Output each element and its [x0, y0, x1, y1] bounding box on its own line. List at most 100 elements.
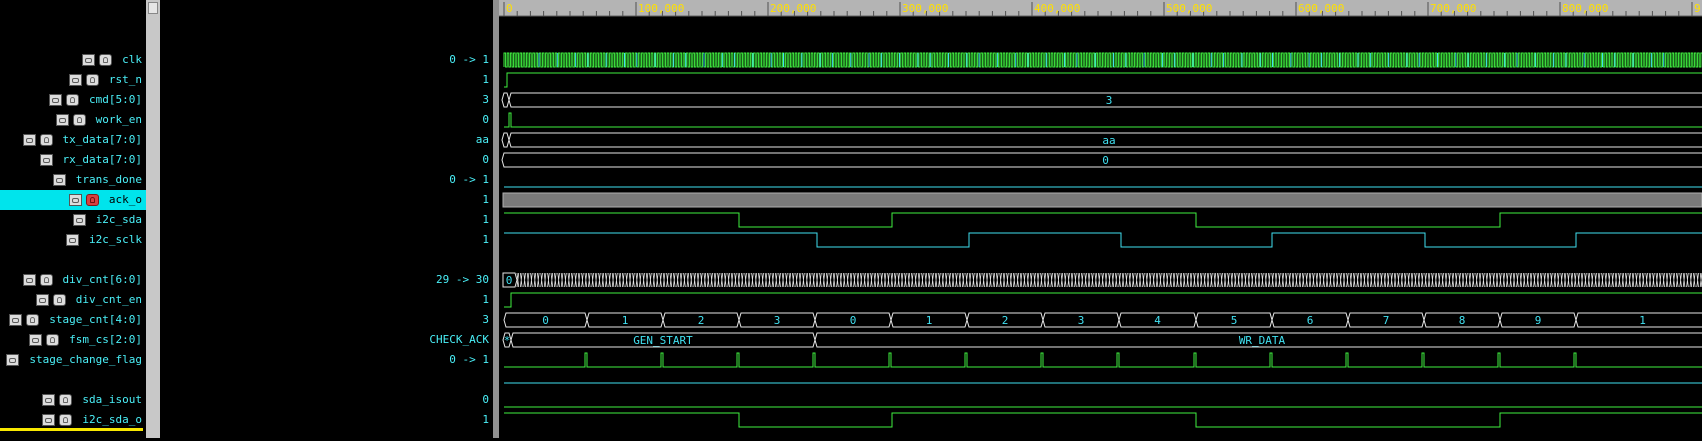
stage-cnt-bus-label: 2 [698, 314, 705, 327]
i2c-sclk-trace [504, 232, 1702, 248]
signal-icons [42, 394, 76, 407]
i2c-sda-o-trace [504, 412, 1702, 428]
signal-lock-icon [85, 194, 99, 206]
signal-row-rx-data-7-0[interactable]: rx_data[7:0] [0, 150, 146, 170]
stage-cnt-bus-label: 3 [774, 314, 781, 327]
signal-row-i2c-sclk[interactable]: i2c_sclk [0, 230, 146, 250]
rx-data-bus-label: 0 [1102, 154, 1109, 167]
signal-icons [68, 74, 103, 87]
signal-name: i2c_sda [95, 213, 142, 226]
ruler-tick-label: 700,000 [1430, 2, 1476, 15]
div-cnt-bus: 0 [502, 272, 1702, 288]
signal-value: 0 [482, 393, 489, 406]
signal-value: 1 [482, 73, 489, 86]
signal-value: 1 [482, 213, 489, 226]
variable-type-icon [55, 114, 69, 126]
waveform-canvas[interactable]: 0 100,000 200,000 300,000 400,000 500,000 600,… [499, 0, 1702, 438]
stage-cnt-bus-label: 5 [1231, 314, 1238, 327]
signal-icons [35, 294, 70, 307]
tx-data-bus-label: aa [1102, 134, 1115, 147]
signal-row-stage-cnt-4-0[interactable]: stage_cnt[4:0] [0, 310, 146, 330]
signal-row-sda-isout[interactable]: sda_isout [0, 390, 146, 410]
waveform-pane[interactable]: 0 100,000 200,000 300,000 400,000 500,000 600,… [499, 0, 1702, 438]
clk-trace [503, 52, 1702, 68]
signal-row-stage-change-flag[interactable]: stage_change_flag [0, 350, 146, 370]
signal-name: sda_isout [82, 393, 142, 406]
signal-row-work-en[interactable]: work_en [0, 110, 146, 130]
signal-lock-icon [66, 94, 80, 106]
signal-name: i2c_sclk [89, 233, 142, 246]
signal-name: stage_change_flag [29, 353, 142, 366]
signal-icons [68, 194, 103, 207]
cmd-bus-label: 3 [1106, 94, 1113, 107]
signal-name: div_cnt_en [75, 293, 142, 306]
signal-lock-icon [59, 414, 73, 426]
fsm-cs-bus-label: * [504, 334, 511, 347]
div-cnt-transitions [516, 272, 1702, 288]
cmd-bus-segment [501, 92, 510, 108]
signal-value: aa [475, 133, 489, 146]
signal-name: ack_o [108, 193, 142, 206]
signal-lock-icon [39, 134, 53, 146]
signal-name: tx_data[7:0] [62, 133, 142, 146]
signal-icons [6, 354, 23, 367]
signal-icons [22, 134, 57, 147]
signal-row-clk[interactable]: clk [0, 50, 146, 70]
signal-row-i2c-sda-o[interactable]: i2c_sda_o [0, 410, 146, 430]
variable-type-icon [68, 194, 82, 206]
net-type-icon [66, 234, 80, 246]
variable-type-icon [22, 134, 36, 146]
signal-row-div-cnt-en[interactable]: div_cnt_en [0, 290, 146, 310]
signal-name: fsm_cs[2:0] [69, 333, 142, 346]
signal-value: 1 [482, 193, 489, 206]
ruler-tick-label: 400,000 [1034, 2, 1080, 15]
signal-row-div-cnt-6-0[interactable]: div_cnt[6:0] [0, 270, 146, 290]
ruler-tick-label: 100,000 [638, 2, 684, 15]
signal-row-fsm-cs-2-0[interactable]: fsm_cs[2:0] [0, 330, 146, 350]
signal-lock-icon [99, 54, 113, 66]
signal-cursor-underline [0, 428, 143, 431]
signal-list-scrollbar[interactable] [146, 0, 160, 438]
i2c-sda-trace [504, 212, 1702, 228]
signal-value: 0 -> 1 [449, 353, 489, 366]
signal-value: 0 [482, 113, 489, 126]
stage-cnt-bus-label: 4 [1154, 314, 1161, 327]
signal-lock-icon [59, 394, 73, 406]
signal-row-i2c-sda[interactable]: i2c_sda [0, 210, 146, 230]
signal-icons [42, 414, 76, 427]
rx-data-bus: 0 [501, 152, 1702, 168]
rst-n-trace [504, 72, 1702, 88]
net-type-icon [72, 214, 86, 226]
signal-icons [55, 114, 90, 127]
stage-cnt-bus-label: 9 [1535, 314, 1542, 327]
signal-name: rx_data[7:0] [62, 153, 142, 166]
variable-type-icon [82, 54, 96, 66]
signal-value: CHECK_ACK [429, 333, 489, 346]
signal-row-rst-n[interactable]: rst_n [0, 70, 146, 90]
signal-row-trans-done[interactable]: trans_done [0, 170, 146, 190]
stage-cnt-bus-label: 8 [1459, 314, 1466, 327]
signal-name: rst_n [108, 73, 142, 86]
signal-name: cmd[5:0] [89, 93, 142, 106]
signal-lock-icon [46, 334, 60, 346]
signal-row-tx-data-7-0[interactable]: tx_data[7:0] [0, 130, 146, 150]
ruler-tick-label: 300,000 [902, 2, 948, 15]
variable-type-icon [68, 74, 82, 86]
fsm-cs-bus-label: GEN_START [633, 334, 693, 347]
signal-lock-icon [85, 74, 99, 86]
signal-value: 0 -> 1 [449, 173, 489, 186]
signal-row-ack-o[interactable]: ack_o [0, 190, 146, 210]
div-cnt-label: 0 [506, 274, 513, 287]
net-type-icon [39, 154, 53, 166]
fsm-cs-bus: * GEN_START WR_DATA [502, 332, 1702, 348]
net-type-icon [6, 354, 20, 366]
variable-type-icon [35, 294, 49, 306]
clk-wave [503, 52, 1702, 68]
work-en-trace [504, 112, 1702, 128]
stage-cnt-bus-label: 6 [1307, 314, 1314, 327]
fsm-cs-bus-label: WR_DATA [1239, 334, 1286, 347]
scroll-up-arrow[interactable] [148, 2, 158, 14]
signal-row-cmd-5-0[interactable]: cmd[5:0] [0, 90, 146, 110]
variable-type-icon [42, 394, 56, 406]
signal-lock-icon [72, 114, 86, 126]
